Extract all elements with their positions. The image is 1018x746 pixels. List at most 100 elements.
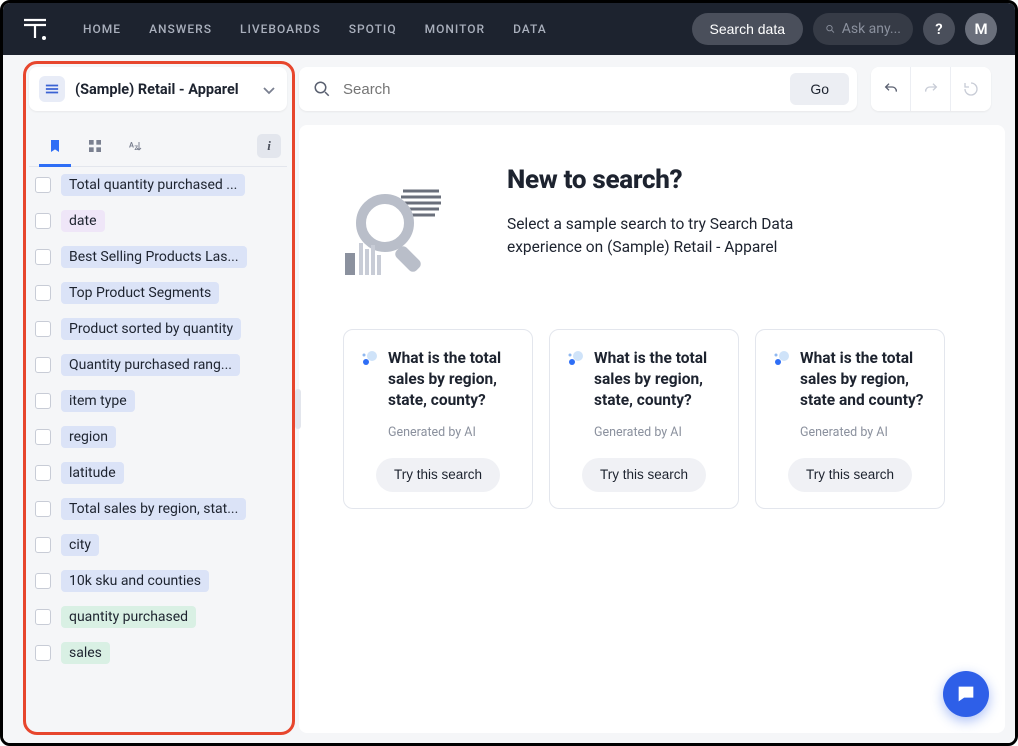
tab-grid[interactable] [75,126,115,166]
top-nav: HOME ANSWERS LIVEBOARDS SPOTIQ MONITOR D… [3,3,1015,55]
column-label: Product sorted by quantity [61,318,241,340]
column-item[interactable]: Total sales by region, stat... [29,491,283,527]
hero-subtitle: Select a sample search to try Search Dat… [507,213,847,260]
column-label: item type [61,390,135,412]
column-item[interactable]: Total quantity purchased ... [29,167,283,203]
checkbox[interactable] [35,501,51,517]
card-question: What is the total sales by region, state… [388,348,516,411]
action-toolbar [871,67,991,111]
column-item[interactable]: sales [29,635,283,671]
redo-button[interactable] [911,67,951,111]
suggestion-card: What is the total sales by region, state… [755,329,945,509]
info-button[interactable]: i [257,134,281,158]
column-item[interactable]: Best Selling Products Las... [29,239,283,275]
column-panel-tabs: AZ i [29,125,287,167]
ai-icon [360,350,378,368]
column-label: sales [61,642,110,664]
checkbox[interactable] [35,177,51,193]
search-box[interactable]: Go [299,67,857,111]
column-item[interactable]: Quantity purchased rang... [29,347,283,383]
column-item[interactable]: latitude [29,455,283,491]
nav-monitor[interactable]: MONITOR [425,22,485,36]
help-button[interactable]: ? [923,13,955,45]
hero-illustration [343,175,463,285]
column-item[interactable]: Top Product Segments [29,275,283,311]
svg-text:A: A [129,140,134,149]
column-label: city [61,534,99,556]
sort-az-icon: AZ [127,138,143,154]
column-item[interactable]: region [29,419,283,455]
nav-links: HOME ANSWERS LIVEBOARDS SPOTIQ MONITOR D… [83,22,547,36]
checkbox[interactable] [35,213,51,229]
search-icon [313,80,331,98]
column-item[interactable]: quantity purchased [29,599,283,635]
ai-icon [772,350,790,368]
search-data-button[interactable]: Search data [692,13,804,45]
reset-icon [963,81,979,97]
card-question: What is the total sales by region, state… [594,348,722,411]
column-list[interactable]: Total quantity purchased ... date Best Sel… [29,167,287,725]
checkbox[interactable] [35,429,51,445]
column-label: Top Product Segments [61,282,219,304]
card-question: What is the total sales by region, state… [800,348,928,411]
nav-data[interactable]: DATA [513,22,547,36]
search-icon [825,22,836,36]
column-label: Best Selling Products Las... [61,246,247,268]
column-label: Quantity purchased rang... [61,354,240,376]
column-item[interactable]: Product sorted by quantity [29,311,283,347]
tab-bookmark[interactable] [35,126,75,166]
checkbox[interactable] [35,573,51,589]
column-label: date [61,210,105,232]
try-search-button[interactable]: Try this search [788,458,912,492]
column-label: Total quantity purchased ... [61,174,245,196]
column-label: region [61,426,116,448]
column-item[interactable]: 10k sku and counties [29,563,283,599]
datasource-selector[interactable]: (Sample) Retail - Apparel [29,67,287,111]
column-label: latitude [61,462,124,484]
ai-icon [566,350,584,368]
card-generated-label: Generated by AI [388,425,516,440]
go-button[interactable]: Go [790,73,849,105]
checkbox[interactable] [35,537,51,553]
card-generated-label: Generated by AI [800,425,928,440]
grid-icon [87,138,103,154]
undo-button[interactable] [871,67,911,111]
avatar[interactable]: M [965,13,997,45]
reset-button[interactable] [951,67,991,111]
try-search-button[interactable]: Try this search [376,458,500,492]
checkbox[interactable] [35,393,51,409]
ask-anything-input[interactable]: Ask any... [813,13,913,45]
checkbox[interactable] [35,357,51,373]
nav-answers[interactable]: ANSWERS [149,22,212,36]
nav-home[interactable]: HOME [83,22,121,36]
search-input[interactable] [343,81,782,98]
chat-icon [955,683,977,705]
ask-placeholder: Ask any... [842,21,901,37]
chat-fab[interactable] [943,671,989,717]
checkbox[interactable] [35,285,51,301]
column-item[interactable]: city [29,527,283,563]
checkbox[interactable] [35,249,51,265]
column-item[interactable]: date [29,203,283,239]
datasource-icon [39,76,65,102]
panel-resize-handle[interactable] [295,389,301,429]
bookmark-icon [47,138,63,154]
tab-sort-az[interactable]: AZ [115,126,155,166]
nav-liveboards[interactable]: LIVEBOARDS [240,22,321,36]
logo-icon[interactable] [21,15,49,43]
redo-icon [923,81,939,97]
undo-icon [883,81,899,97]
try-search-button[interactable]: Try this search [582,458,706,492]
checkbox[interactable] [35,645,51,661]
checkbox[interactable] [35,321,51,337]
column-item[interactable]: item type [29,383,283,419]
datasource-label: (Sample) Retail - Apparel [75,81,263,98]
checkbox[interactable] [35,609,51,625]
chevron-down-icon [263,80,277,99]
column-label: Total sales by region, stat... [61,498,246,520]
suggestion-card: What is the total sales by region, state… [343,329,533,509]
checkbox[interactable] [35,465,51,481]
nav-spotiq[interactable]: SPOTIQ [349,22,397,36]
hero-title: New to search? [507,165,847,195]
column-label: 10k sku and counties [61,570,209,592]
